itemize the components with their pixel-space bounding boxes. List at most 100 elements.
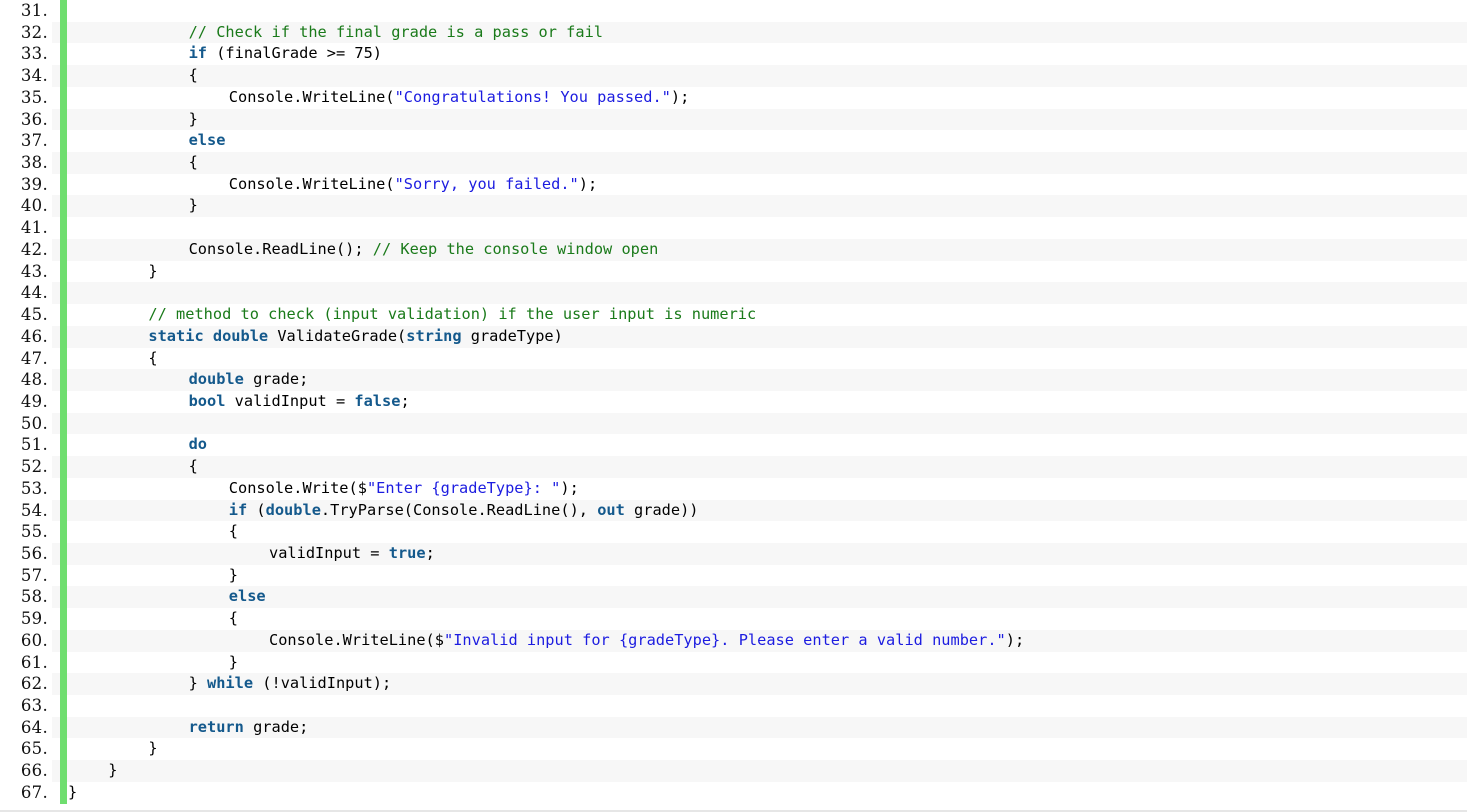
code-row[interactable]: 33. if (finalGrade >= 75) — [0, 43, 1467, 66]
token-plain: gradeType) — [461, 326, 563, 345]
line-number: 57. — [0, 564, 52, 587]
line-number: 45. — [0, 304, 52, 326]
code-line-text: do — [189, 434, 207, 456]
code-line-text: if (double.TryParse(Console.ReadLine(), … — [229, 500, 699, 522]
code-row[interactable]: 45. // method to check (input validation)… — [0, 304, 1467, 326]
code-row[interactable]: 32. // Check if the final grade is a pass… — [0, 21, 1467, 44]
code-row[interactable]: 31. — [0, 0, 1467, 22]
change-marker-bar — [60, 325, 67, 348]
line-number: 36. — [0, 108, 52, 131]
token-plain: Console.WriteLine( — [228, 87, 395, 106]
line-number: 60. — [0, 629, 52, 652]
token-kw: true — [388, 543, 426, 562]
token-plain: ValidateGrade( — [268, 326, 407, 345]
line-number: 52. — [0, 456, 52, 478]
code-row[interactable]: 60. Console.WriteLine($"Invalid input for… — [0, 629, 1467, 652]
code-row[interactable]: 58. else — [0, 586, 1467, 609]
code-row[interactable]: 38. { — [0, 152, 1467, 174]
change-marker-bar — [60, 499, 67, 522]
token-cmt: // Check if the final grade is a pass or… — [188, 22, 604, 41]
change-marker-bar — [60, 695, 67, 717]
code-line-text: else — [189, 130, 226, 152]
line-number: 56. — [0, 542, 52, 565]
change-marker-bar — [60, 760, 67, 782]
code-row[interactable]: 66.} — [0, 760, 1467, 782]
line-number: 65. — [0, 738, 52, 761]
code-listing[interactable]: 31. 32. // Check if the final grade is a p… — [0, 0, 1467, 812]
line-number: 40. — [0, 195, 52, 218]
code-line-text: { — [189, 152, 198, 174]
code-row[interactable]: 52. { — [0, 456, 1467, 478]
code-row[interactable]: 50. — [0, 412, 1467, 435]
code-line-text: { — [189, 65, 198, 87]
code-row[interactable]: 46. static double ValidateGrade(string gr… — [0, 325, 1467, 348]
code-line-text: } — [189, 109, 198, 131]
token-plain: } — [188, 674, 208, 693]
code-row[interactable]: 35. Console.WriteLine("Congratulations! Y… — [0, 86, 1467, 109]
code-row[interactable]: 54. if (double.TryParse(Console.ReadLine(… — [0, 499, 1467, 522]
code-line-text: { — [229, 608, 238, 630]
code-row[interactable]: 55. { — [0, 521, 1467, 543]
token-kw: double — [188, 370, 244, 389]
token-kw: out — [597, 500, 625, 519]
change-marker-bar — [60, 282, 67, 305]
code-row[interactable]: 62.} while (!validInput); — [0, 673, 1467, 695]
code-rows: 31. 32. // Check if the final grade is a p… — [0, 0, 1467, 804]
line-number: 32. — [0, 21, 52, 44]
code-line-text: { — [148, 348, 157, 370]
code-row[interactable]: 61.} — [0, 651, 1467, 674]
token-plain: ( — [247, 500, 266, 519]
line-number: 49. — [0, 390, 52, 413]
code-line-text: Console.WriteLine($"Invalid input for {g… — [269, 630, 1024, 652]
change-marker-bar — [60, 521, 67, 543]
change-marker-bar — [60, 21, 67, 44]
line-number: 43. — [0, 260, 52, 283]
token-plain: } — [68, 782, 78, 801]
token-plain: Console.ReadLine(); — [188, 239, 373, 258]
code-line-text: Console.WriteLine("Congratulations! You … — [229, 87, 690, 109]
code-row[interactable]: 67.} — [0, 781, 1467, 804]
code-row[interactable]: 59. { — [0, 608, 1467, 630]
code-row[interactable]: 64. return grade; — [0, 716, 1467, 739]
code-line-text: validInput = true; — [269, 543, 435, 565]
line-number: 34. — [0, 65, 52, 87]
code-row[interactable]: 39. Console.WriteLine("Sorry, you failed.… — [0, 173, 1467, 196]
code-row[interactable]: 57.} — [0, 564, 1467, 587]
code-row[interactable]: 48. double grade; — [0, 369, 1467, 391]
code-row[interactable]: 37. else — [0, 130, 1467, 153]
code-row[interactable]: 63. — [0, 695, 1467, 717]
change-marker-bar — [60, 238, 67, 261]
code-row[interactable]: 47. { — [0, 347, 1467, 370]
code-row[interactable]: 49. bool validInput = false; — [0, 390, 1467, 413]
code-row[interactable]: 44. — [0, 282, 1467, 305]
line-number: 54. — [0, 499, 52, 522]
change-marker-bar — [60, 477, 67, 500]
change-marker-bar — [60, 152, 67, 174]
line-number: 44. — [0, 282, 52, 305]
line-number: 33. — [0, 43, 52, 66]
code-line-text: } — [68, 782, 77, 804]
token-plain: ; — [400, 391, 410, 410]
token-plain: grade; — [243, 370, 309, 389]
code-row[interactable]: 65.} — [0, 738, 1467, 761]
token-plain: .TryParse(Console.ReadLine(), — [320, 500, 598, 519]
line-number: 61. — [0, 651, 52, 674]
token-kw: if — [188, 44, 208, 63]
code-row[interactable]: 34. { — [0, 65, 1467, 87]
code-row[interactable]: 43.} — [0, 260, 1467, 283]
change-marker-bar — [60, 608, 67, 630]
code-line-text: Console.Write($"Enter {gradeType}: "); — [229, 478, 579, 500]
token-str: "Sorry, you failed." — [394, 174, 579, 193]
code-line-text: } while (!validInput); — [189, 673, 392, 695]
token-plain: } — [108, 761, 118, 780]
code-row[interactable]: 40.} — [0, 195, 1467, 218]
code-row[interactable]: 53. Console.Write($"Enter {gradeType}: ")… — [0, 477, 1467, 500]
code-line-text: // Check if the final grade is a pass or… — [189, 22, 603, 44]
code-row[interactable]: 36.} — [0, 108, 1467, 131]
code-row[interactable]: 51. do — [0, 434, 1467, 457]
change-marker-bar — [60, 217, 67, 239]
token-str: "Congratulations! You passed." — [394, 87, 671, 106]
code-row[interactable]: 56. validInput = true; — [0, 542, 1467, 565]
code-row[interactable]: 42. Console.ReadLine(); // Keep the conso… — [0, 238, 1467, 261]
code-row[interactable]: 41. — [0, 217, 1467, 239]
